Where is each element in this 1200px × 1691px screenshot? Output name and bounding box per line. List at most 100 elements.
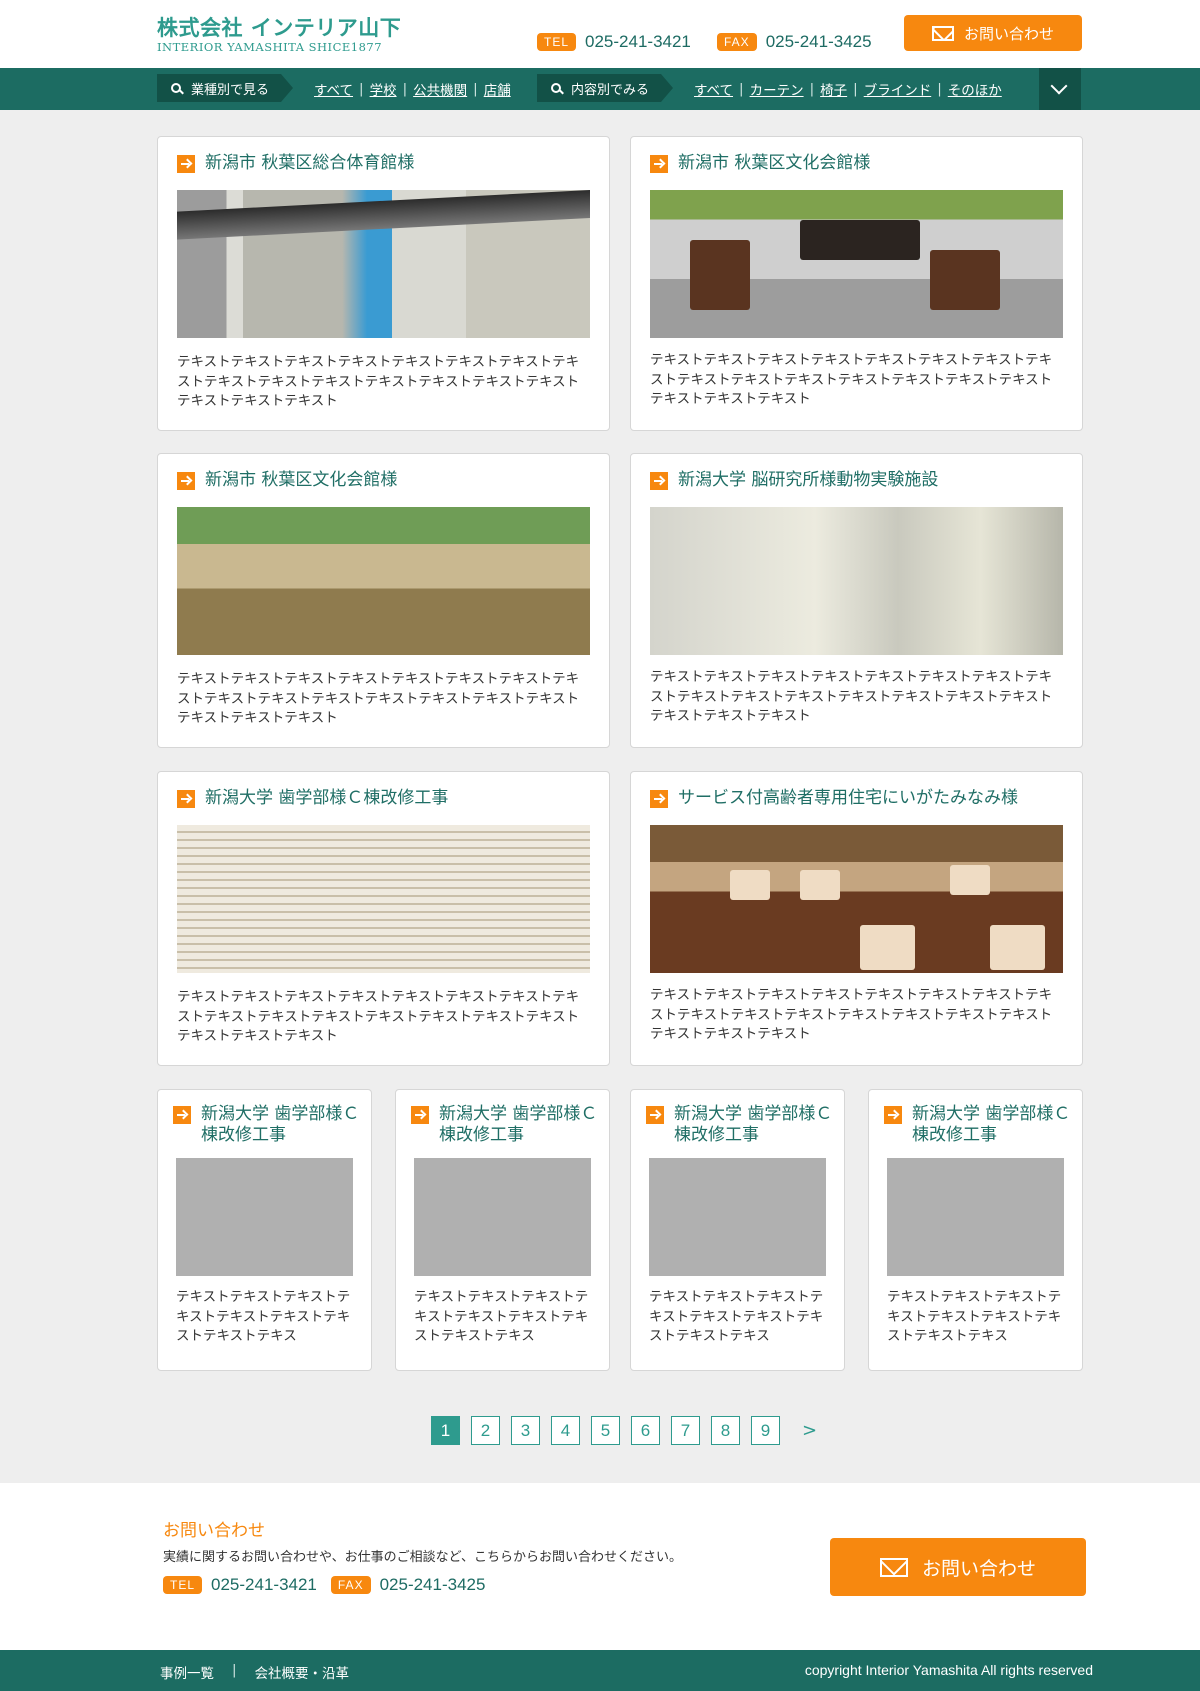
mail-icon xyxy=(931,25,954,41)
case-card-small[interactable]: 新潟大学 歯学部様Ｃ棟改修工事 テキストテキストテキストテキストテキストテキスト… xyxy=(630,1089,845,1371)
page-9[interactable]: 9 xyxy=(751,1416,780,1445)
case-title[interactable]: 新潟大学 歯学部様Ｃ棟改修工事 xyxy=(884,1104,1074,1146)
case-photo[interactable] xyxy=(177,190,590,338)
logo[interactable]: 株式会社 インテリア山下 xyxy=(157,12,401,42)
case-title-text: 新潟大学 歯学部様Ｃ棟改修工事 xyxy=(201,1104,360,1145)
arrow-right-icon xyxy=(177,155,195,173)
page-8[interactable]: 8 xyxy=(711,1416,740,1445)
next-page-link[interactable]: > xyxy=(795,1416,824,1445)
case-photo-placeholder[interactable] xyxy=(887,1158,1064,1276)
case-photo[interactable] xyxy=(177,507,590,655)
case-title[interactable]: サービス付高齢者専用住宅にいがたみなみ様 xyxy=(650,788,1018,809)
case-card[interactable]: 新潟大学 歯学部様Ｃ棟改修工事 テキストテキストテキストテキストテキストテキスト… xyxy=(157,771,610,1066)
case-title[interactable]: 新潟大学 脳研究所様動物実験施設 xyxy=(650,470,938,491)
case-title[interactable]: 新潟大学 歯学部様Ｃ棟改修工事 xyxy=(173,1104,363,1146)
arrow-right-icon xyxy=(411,1106,429,1124)
case-card[interactable]: 新潟大学 脳研究所様動物実験施設 テキストテキストテキストテキストテキストテキス… xyxy=(630,453,1083,748)
nav-content-all[interactable]: すべて xyxy=(694,79,733,99)
case-photo[interactable] xyxy=(650,190,1063,338)
case-description: テキストテキストテキストテキストテキストテキストテキストテキストテキス xyxy=(176,1289,351,1344)
tel-number[interactable]: 025-241-3421 xyxy=(585,32,691,52)
header-fax: FAX 025-241-3425 xyxy=(717,32,872,52)
chair-shape xyxy=(930,250,1000,310)
case-card-small[interactable]: 新潟大学 歯学部様Ｃ棟改修工事 テキストテキストテキストテキストテキストテキスト… xyxy=(395,1089,610,1371)
search-icon xyxy=(171,83,181,93)
arrow-right-icon xyxy=(177,472,195,490)
tel-badge: TEL xyxy=(163,1576,203,1594)
tel-number[interactable]: 025-241-3421 xyxy=(211,1575,317,1595)
case-title-text: 新潟大学 歯学部様Ｃ棟改修工事 xyxy=(439,1104,598,1145)
content-filter-label: 内容別でみる xyxy=(537,74,673,102)
page-4[interactable]: 4 xyxy=(551,1416,580,1445)
page-7[interactable]: 7 xyxy=(671,1416,700,1445)
nav-separator: | xyxy=(853,81,858,97)
header-contact-label: お問い合わせ xyxy=(963,24,1054,43)
case-title[interactable]: 新潟大学 歯学部様Ｃ棟改修工事 xyxy=(411,1104,601,1146)
case-photo-placeholder[interactable] xyxy=(649,1158,826,1276)
case-card[interactable]: サービス付高齢者専用住宅にいがたみなみ様 テキストテキストテキストテキストテキス… xyxy=(630,771,1083,1066)
case-photo-placeholder[interactable] xyxy=(414,1158,591,1276)
nav-content-curtain[interactable]: カーテン xyxy=(750,79,804,99)
fax-number: 025-241-3425 xyxy=(379,1575,486,1594)
case-card[interactable]: 新潟市 秋葉区総合体育館様 テキストテキストテキストテキストテキストテキストテキ… xyxy=(157,136,610,431)
case-title[interactable]: 新潟大学 歯学部様Ｃ棟改修工事 xyxy=(646,1104,836,1146)
nav-content-other[interactable]: そのほか xyxy=(948,79,1002,99)
case-description: テキストテキストテキストテキストテキストテキストテキストテキストテキストテキスト… xyxy=(177,671,580,726)
nav-separator: | xyxy=(809,81,815,97)
case-title[interactable]: 新潟市 秋葉区文化会館様 xyxy=(650,153,870,174)
case-card-small[interactable]: 新潟大学 歯学部様Ｃ棟改修工事 テキストテキストテキストテキストテキストテキスト… xyxy=(157,1089,372,1371)
case-photo[interactable] xyxy=(650,825,1063,973)
case-photo[interactable] xyxy=(177,825,590,973)
nav-content-blind[interactable]: ブラインド xyxy=(864,79,932,99)
page-2[interactable]: 2 xyxy=(471,1416,500,1445)
nav-industry-all[interactable]: すべて xyxy=(314,79,353,99)
footer-link-cases[interactable]: 事例一覧 xyxy=(160,1662,214,1682)
arrow-right-icon xyxy=(884,1106,902,1124)
arrow-right-icon xyxy=(650,155,668,173)
case-card[interactable]: 新潟市 秋葉区文化会館様 テキストテキストテキストテキストテキストテキストテキス… xyxy=(630,136,1083,431)
industry-links: すべて | 学校 | 公共機関 | 店舗 xyxy=(314,79,511,99)
contact-phones: TEL 025-241-3421 FAX 025-241-3425 xyxy=(163,1575,485,1595)
nav-separator: | xyxy=(937,81,942,97)
case-title-text: 新潟大学 歯学部様Ｃ棟改修工事 xyxy=(205,788,449,808)
case-title[interactable]: 新潟市 秋葉区文化会館様 xyxy=(177,470,397,491)
case-title[interactable]: 新潟市 秋葉区総合体育館様 xyxy=(177,153,414,174)
nav-industry-school[interactable]: 学校 xyxy=(370,79,397,99)
case-photo-placeholder[interactable] xyxy=(176,1158,353,1276)
case-description: テキストテキストテキストテキストテキストテキストテキストテキストテキストテキスト… xyxy=(650,669,1053,724)
nav-industry-public[interactable]: 公共機関 xyxy=(413,79,467,99)
contact-section: お問い合わせ 実績に関するお問い合わせや、お仕事のご相談など、こちらからお問い合… xyxy=(0,1483,1200,1650)
footer-links: 事例一覧 | 会社概要・沿革 xyxy=(160,1662,349,1682)
site-header: 株式会社 インテリア山下 INTERIOR YAMASHITA SHICE187… xyxy=(0,0,1200,68)
site-footer: 事例一覧 | 会社概要・沿革 copyright Interior Yamash… xyxy=(0,1650,1200,1691)
case-card[interactable]: 新潟市 秋葉区文化会館様 テキストテキストテキストテキストテキストテキストテキス… xyxy=(157,453,610,748)
case-title-text: サービス付高齢者専用住宅にいがたみなみ様 xyxy=(678,788,1018,808)
nav-separator: | xyxy=(359,81,364,97)
page-3[interactable]: 3 xyxy=(511,1416,540,1445)
footer-link-company[interactable]: 会社概要・沿革 xyxy=(255,1662,350,1682)
case-title-text: 新潟大学 歯学部様Ｃ棟改修工事 xyxy=(674,1104,833,1145)
chair-shape xyxy=(730,870,770,900)
industry-filter-text: 業種別で見る xyxy=(191,82,270,98)
content-links: すべて | カーテン | 椅子 | ブラインド | そのほか xyxy=(694,79,1002,99)
case-photo[interactable] xyxy=(650,507,1063,655)
nav-content-chair[interactable]: 椅子 xyxy=(820,79,847,99)
chair-shape xyxy=(990,925,1045,970)
page-5[interactable]: 5 xyxy=(591,1416,620,1445)
contact-button[interactable]: お問い合わせ xyxy=(830,1538,1086,1596)
arrow-right-icon xyxy=(173,1106,191,1124)
nav-separator: | xyxy=(402,81,408,97)
case-description: テキストテキストテキストテキストテキストテキストテキストテキストテキス xyxy=(649,1289,824,1344)
page-6[interactable]: 6 xyxy=(631,1416,660,1445)
case-title[interactable]: 新潟大学 歯学部様Ｃ棟改修工事 xyxy=(177,788,448,809)
case-description: テキストテキストテキストテキストテキストテキストテキストテキストテキストテキスト… xyxy=(650,987,1053,1042)
header-tel: TEL 025-241-3421 xyxy=(537,32,691,52)
page-1[interactable]: 1 xyxy=(431,1416,460,1445)
case-card-small[interactable]: 新潟大学 歯学部様Ｃ棟改修工事 テキストテキストテキストテキストテキストテキスト… xyxy=(868,1089,1083,1371)
nav-expand-button[interactable] xyxy=(1039,68,1081,110)
case-title-text: 新潟市 秋葉区文化会館様 xyxy=(205,470,398,490)
chevron-down-icon xyxy=(1050,77,1068,95)
case-description: テキストテキストテキストテキストテキストテキストテキストテキストテキストテキスト… xyxy=(650,352,1053,407)
nav-industry-store[interactable]: 店舗 xyxy=(484,79,511,99)
header-contact-button[interactable]: お問い合わせ xyxy=(904,15,1082,51)
